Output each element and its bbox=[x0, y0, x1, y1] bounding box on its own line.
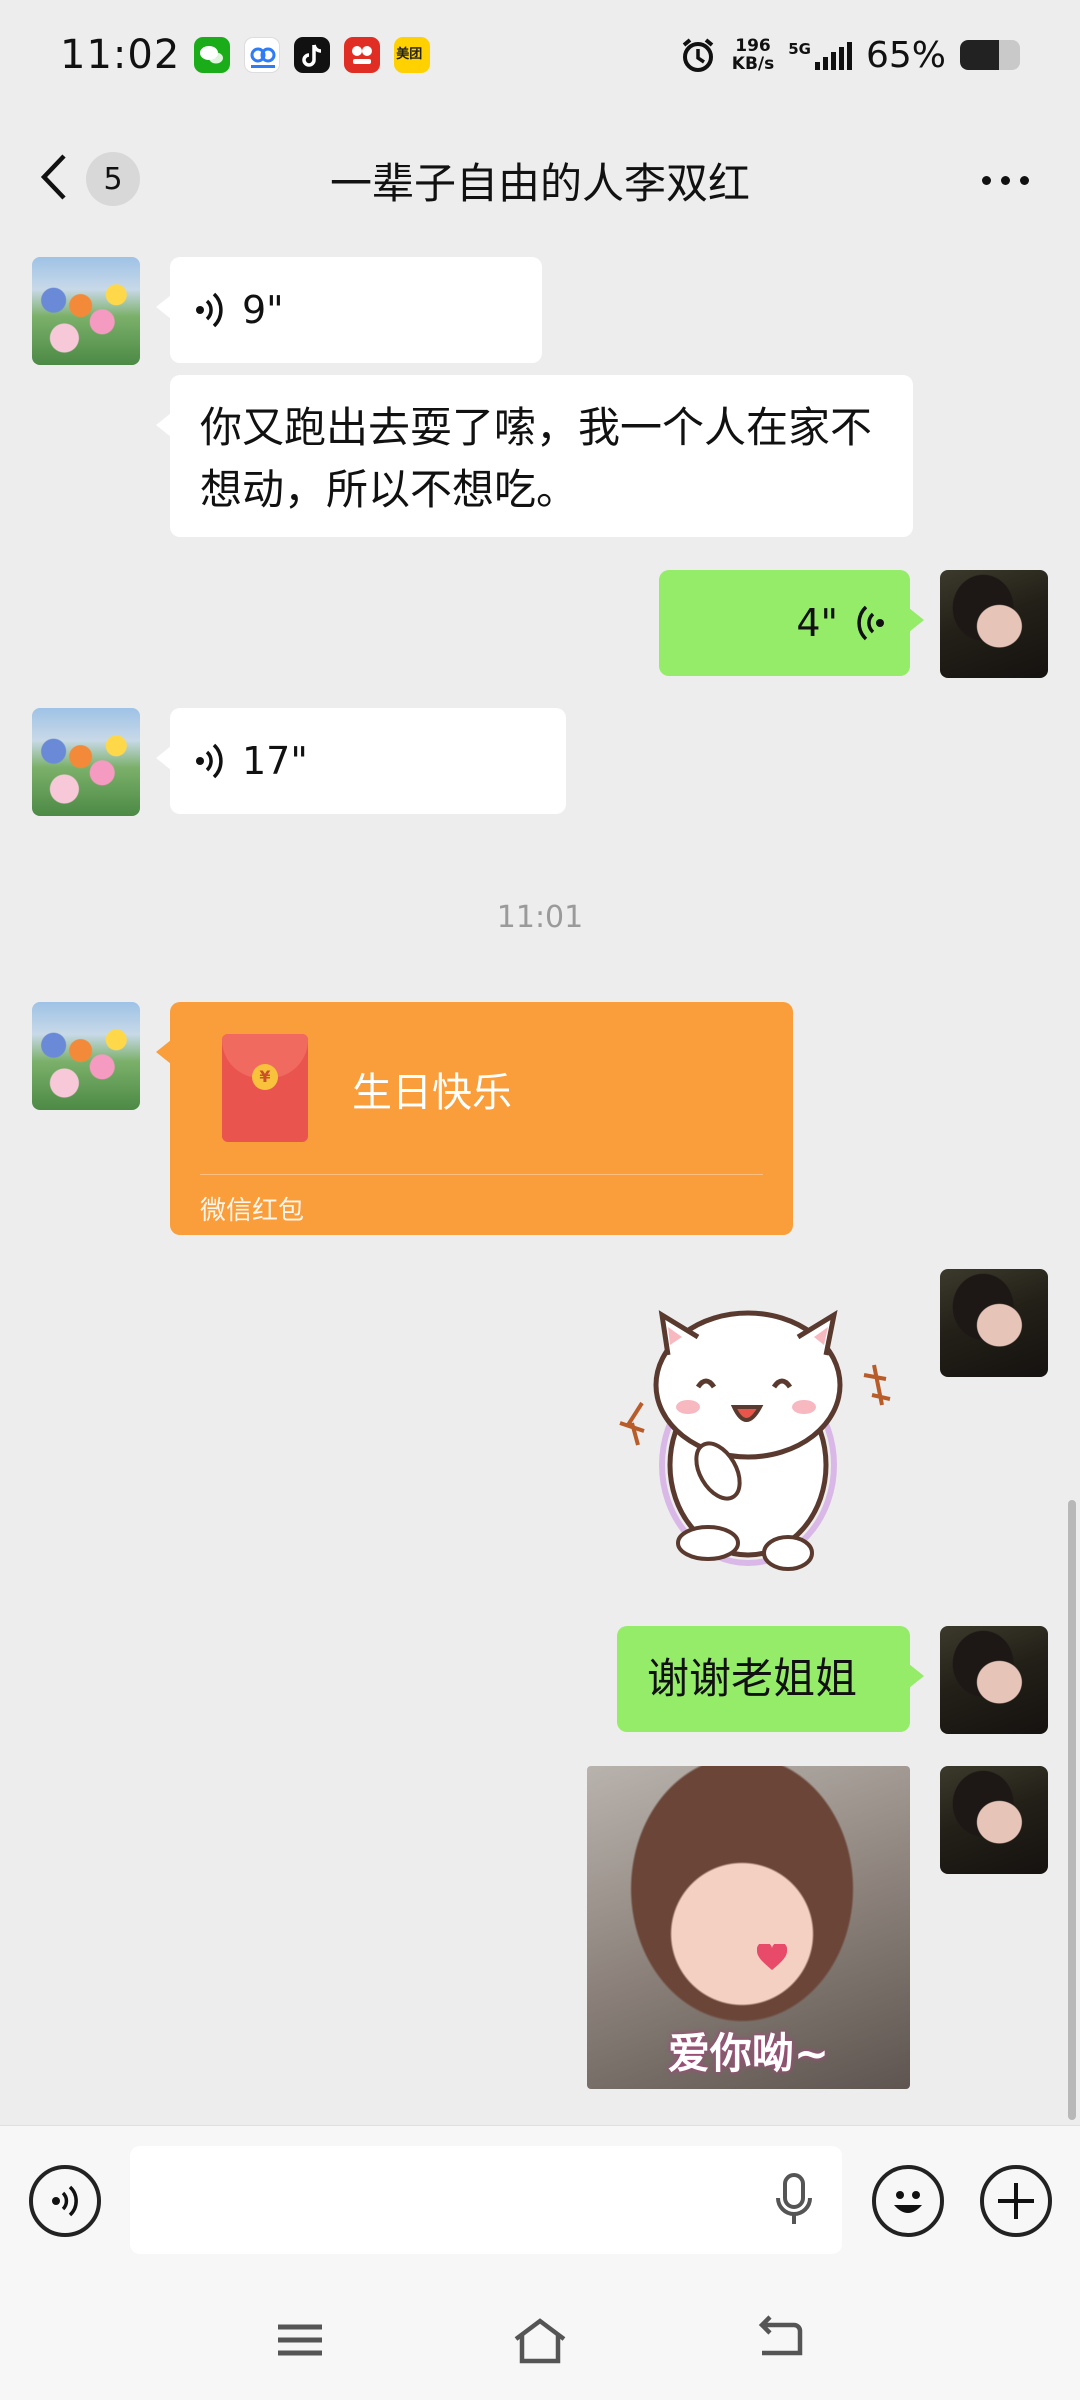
text-message[interactable]: 谢谢老姐姐 bbox=[617, 1626, 924, 1732]
meituan-icon-label: 美团 bbox=[396, 47, 423, 62]
emoji-button[interactable] bbox=[872, 2165, 944, 2237]
contact-avatar[interactable] bbox=[32, 1002, 140, 1110]
more-dot-icon bbox=[981, 175, 991, 185]
voice-duration: 4" bbox=[796, 601, 838, 645]
input-bar bbox=[0, 2125, 1080, 2275]
cat-sticker[interactable] bbox=[598, 1295, 908, 1585]
smiley-icon bbox=[894, 2191, 922, 2213]
wechat-icon bbox=[194, 37, 231, 73]
message-list[interactable]: 9" 你又跑出去耍了嗦，我一个人在家不想动，所以不想吃。 4" 17" 11:0… bbox=[0, 245, 1080, 2125]
my-avatar[interactable] bbox=[940, 570, 1048, 678]
network-speed-value: 196 bbox=[735, 36, 771, 56]
message-timestamp: 11:01 bbox=[496, 900, 584, 935]
status-bar: 11:02 美团 196 KB/s 5G 65% bbox=[0, 0, 1080, 110]
chat-title: 一辈子自由的人李双红 bbox=[329, 159, 750, 208]
contact-avatar[interactable] bbox=[32, 708, 140, 816]
signal-bars-icon bbox=[814, 40, 852, 70]
more-options-button[interactable] bbox=[970, 160, 1040, 200]
photo-sticker[interactable]: 爱你呦~ bbox=[587, 1766, 910, 2089]
my-avatar[interactable] bbox=[940, 1626, 1048, 1734]
message-text: 谢谢老姐姐 bbox=[647, 1654, 858, 1703]
voice-message[interactable]: 4" bbox=[659, 570, 924, 676]
my-avatar[interactable] bbox=[940, 1766, 1048, 1874]
plus-icon bbox=[998, 2183, 1034, 2219]
red-packet-message[interactable]: ¥ 生日快乐 微信红包 bbox=[156, 1002, 793, 1235]
meituan-icon: 美团 bbox=[394, 37, 431, 73]
my-avatar[interactable] bbox=[940, 1269, 1048, 1377]
more-dot-icon bbox=[1019, 175, 1029, 185]
more-dot-icon bbox=[1000, 175, 1010, 185]
network-speed: 196 KB/s bbox=[732, 37, 774, 73]
more-features-button[interactable] bbox=[980, 2165, 1052, 2237]
coin-icon: ¥ bbox=[252, 1064, 278, 1090]
voice-wave-icon bbox=[52, 2185, 78, 2217]
voice-wave-icon bbox=[196, 743, 223, 779]
status-left: 11:02 美团 bbox=[60, 32, 431, 78]
message-text: 你又跑出去耍了嗦，我一个人在家不想动，所以不想吃。 bbox=[200, 403, 873, 514]
battery-icon bbox=[960, 40, 1020, 70]
text-message[interactable]: 你又跑出去耍了嗦，我一个人在家不想动，所以不想吃。 bbox=[156, 375, 913, 537]
voice-message[interactable]: 9" bbox=[156, 257, 542, 363]
battery-percent: 65% bbox=[865, 34, 946, 76]
scrollbar[interactable] bbox=[1068, 1500, 1076, 2120]
sticker-caption: 爱你呦~ bbox=[667, 2029, 830, 2078]
home-icon[interactable] bbox=[510, 2315, 570, 2365]
system-navigation-bar bbox=[0, 2275, 1080, 2400]
contact-avatar[interactable] bbox=[32, 257, 140, 365]
pinduoduo-icon bbox=[344, 37, 381, 73]
tiktok-icon bbox=[294, 37, 331, 73]
voice-duration: 17" bbox=[242, 739, 308, 783]
status-time: 11:02 bbox=[60, 32, 181, 78]
red-envelope-icon: ¥ bbox=[222, 1034, 308, 1142]
battery-fill bbox=[960, 40, 999, 70]
message-input[interactable] bbox=[130, 2146, 842, 2254]
chat-header: 5 一辈子自由的人李双红 bbox=[0, 110, 1080, 245]
signal-indicator: 5G bbox=[788, 40, 852, 70]
status-right: 196 KB/s 5G 65% bbox=[678, 35, 1020, 76]
voice-input-button[interactable] bbox=[29, 2165, 101, 2237]
microphone-icon[interactable] bbox=[772, 2172, 816, 2228]
voice-duration: 9" bbox=[242, 288, 284, 332]
back-nav-icon[interactable] bbox=[750, 2315, 810, 2365]
alarm-clock-icon bbox=[682, 38, 714, 72]
network-type: 5G bbox=[788, 40, 811, 58]
red-packet-divider bbox=[200, 1174, 763, 1175]
baidu-netdisk-icon bbox=[244, 37, 281, 73]
voice-wave-icon bbox=[857, 605, 884, 641]
heart-icon bbox=[757, 1944, 787, 1970]
red-packet-label: 微信红包 bbox=[200, 1196, 305, 1226]
menu-icon[interactable] bbox=[270, 2315, 330, 2365]
red-packet-title: 生日快乐 bbox=[352, 1070, 512, 1116]
voice-message[interactable]: 17" bbox=[156, 708, 566, 814]
voice-wave-icon bbox=[196, 292, 223, 328]
network-speed-unit: KB/s bbox=[731, 54, 775, 74]
